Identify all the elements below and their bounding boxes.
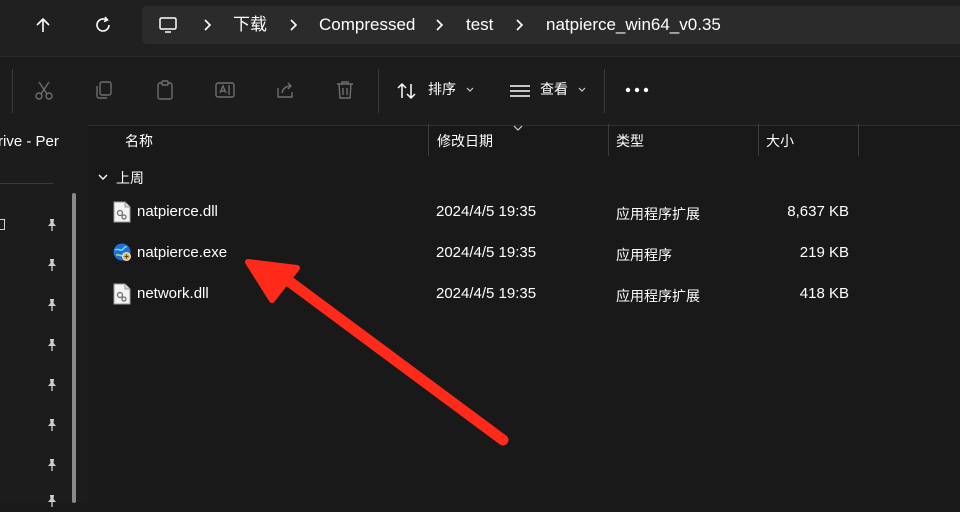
column-divider[interactable] bbox=[428, 124, 429, 156]
pin-icon[interactable] bbox=[45, 217, 59, 231]
pin-icon[interactable] bbox=[45, 493, 59, 507]
exe-globe-icon bbox=[113, 243, 131, 261]
scissors-icon bbox=[35, 81, 53, 100]
copy-button[interactable] bbox=[91, 77, 117, 103]
column-header-size[interactable]: 大小 bbox=[766, 131, 794, 151]
sidebar-item-label: □ bbox=[0, 216, 6, 232]
breadcrumb-item-test[interactable]: test bbox=[466, 6, 493, 44]
pin-icon[interactable] bbox=[45, 457, 59, 471]
refresh-icon bbox=[96, 16, 110, 32]
chevron-right-icon bbox=[436, 19, 444, 31]
chevron-down-icon bbox=[98, 174, 108, 180]
view-list-icon bbox=[510, 85, 530, 97]
chevron-right-icon bbox=[204, 19, 212, 31]
file-date: 2024/4/5 19:35 bbox=[436, 244, 537, 261]
file-date: 2024/4/5 19:35 bbox=[436, 203, 537, 220]
trash-icon bbox=[337, 81, 353, 99]
chevron-right-icon bbox=[290, 19, 298, 31]
rename-icon bbox=[215, 82, 235, 98]
file-size: 219 KB bbox=[799, 244, 849, 261]
up-button[interactable] bbox=[30, 12, 56, 38]
column-divider[interactable] bbox=[858, 124, 859, 156]
file-name: network.dll bbox=[137, 285, 209, 302]
sort-label: 排序 bbox=[428, 82, 456, 98]
breadcrumb-item-downloads[interactable]: 下载 bbox=[233, 6, 267, 44]
cut-button[interactable] bbox=[31, 77, 57, 103]
breadcrumb-item-current-folder[interactable]: natpierce_win64_v0.35 bbox=[546, 6, 721, 44]
pin-icon[interactable] bbox=[45, 297, 59, 311]
refresh-button[interactable] bbox=[90, 12, 116, 38]
breadcrumb[interactable]: 下载 Compressed test natpierce_win64_v0.35 bbox=[142, 6, 960, 44]
copy-icon bbox=[96, 81, 112, 99]
paste-button[interactable] bbox=[152, 77, 178, 103]
pin-icon[interactable] bbox=[45, 337, 59, 351]
column-header-type[interactable]: 类型 bbox=[616, 131, 644, 151]
file-name: natpierce.exe bbox=[137, 244, 228, 261]
rename-button[interactable] bbox=[212, 77, 238, 103]
arrow-up-icon bbox=[36, 17, 50, 32]
this-pc-icon bbox=[159, 17, 177, 33]
more-icon bbox=[625, 87, 649, 93]
file-name: natpierce.dll bbox=[137, 203, 218, 220]
share-button[interactable] bbox=[272, 77, 298, 103]
file-type: 应用程序扩展 bbox=[616, 207, 700, 223]
sort-button[interactable]: 排序 bbox=[396, 77, 482, 105]
file-type: 应用程序扩展 bbox=[616, 289, 700, 305]
clipboard-icon bbox=[157, 80, 173, 100]
toolbar-divider bbox=[378, 69, 379, 113]
chevron-down-icon bbox=[578, 87, 586, 92]
file-type: 应用程序 bbox=[616, 248, 672, 264]
view-label: 查看 bbox=[540, 82, 568, 98]
address-bar: 下载 Compressed test natpierce_win64_v0.35 bbox=[0, 0, 960, 56]
sidebar-item-onedrive[interactable]: rive - Per bbox=[0, 133, 59, 150]
column-divider[interactable] bbox=[608, 124, 609, 156]
share-icon bbox=[277, 82, 293, 98]
breadcrumb-item-compressed[interactable]: Compressed bbox=[319, 6, 415, 44]
toolbar-divider bbox=[12, 69, 13, 113]
sidebar-divider bbox=[0, 183, 53, 184]
pin-icon[interactable] bbox=[45, 377, 59, 391]
file-size: 8,637 KB bbox=[787, 203, 849, 220]
column-divider[interactable] bbox=[758, 124, 759, 156]
chevron-down-icon bbox=[466, 87, 474, 92]
dll-file-icon bbox=[113, 283, 131, 305]
column-header-date[interactable]: 修改日期 bbox=[437, 131, 493, 151]
view-button[interactable]: 查看 bbox=[508, 77, 594, 105]
pin-icon[interactable] bbox=[45, 417, 59, 431]
more-options-button[interactable] bbox=[624, 77, 650, 103]
toolbar-divider bbox=[604, 69, 605, 113]
chevron-right-icon bbox=[516, 19, 524, 31]
command-bar: 排序 查看 bbox=[0, 56, 960, 126]
sidebar-scrollbar[interactable] bbox=[72, 193, 76, 503]
file-size: 418 KB bbox=[799, 285, 849, 302]
sort-icon bbox=[397, 82, 416, 100]
group-label: 上周 bbox=[116, 171, 144, 187]
dll-file-icon bbox=[113, 201, 131, 223]
delete-button[interactable] bbox=[332, 77, 358, 103]
sort-chevron-icon bbox=[513, 125, 523, 131]
pin-icon[interactable] bbox=[45, 257, 59, 271]
column-header-name[interactable]: 名称 bbox=[125, 131, 153, 151]
file-date: 2024/4/5 19:35 bbox=[436, 285, 537, 302]
